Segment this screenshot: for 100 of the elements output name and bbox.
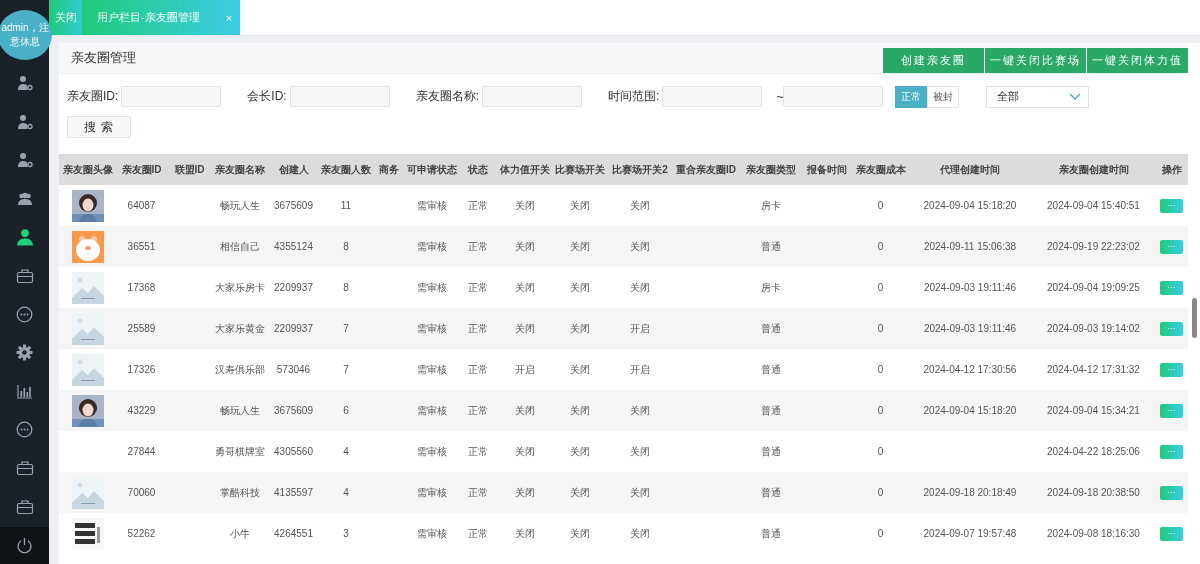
table-cell-text: 关闭 [629,485,651,500]
input-field[interactable] [482,86,583,107]
table-cell-text: 需审核 [416,280,448,295]
close-tabs-button[interactable]: 关闭 [49,0,82,35]
power-icon [16,537,33,554]
table-cell-text: 正常 [467,362,489,377]
action-button[interactable]: 一键关闭比赛场 [985,48,1086,73]
table-cell-text: 关闭 [569,403,591,418]
table-cell-text: 关闭 [569,280,591,295]
table-cell-text: 17326 [126,364,157,375]
table-cell-text: 2024-09-04 19:09:25 [1046,282,1141,293]
more-button[interactable]: ··· [1160,362,1183,377]
table-cell-text: 畅玩人生 [218,403,261,418]
table-cell-text: 0 [876,405,885,416]
table-cell-text: 普通 [760,485,782,500]
filter-label: 亲友圈ID: [67,88,119,105]
group-icon [16,190,33,207]
more-button[interactable]: ··· [1160,526,1183,541]
table-cell-text: 3 [342,528,350,539]
table-cell-text: 关闭 [513,239,536,254]
column-header: 亲友圈ID [120,162,163,177]
table-cell-text: 需审核 [416,321,448,336]
table-cell-text: 2024-09-03 19:11:46 [922,282,1018,293]
filter-label: 会长ID: [247,88,287,105]
tab[interactable]: 用户栏目-亲友圈管理 × [82,0,241,35]
table-cell-text: 关闭 [569,485,591,500]
table-cell-text: 开启 [629,362,651,377]
table-cell-text: 17368 [126,282,157,293]
table-cell-text: 大家乐黄金 [213,321,266,336]
action-button[interactable]: 创建亲友圈 [883,48,984,73]
table-cell-text: 房卡 [760,280,782,295]
table-cell-text: 关闭 [569,362,591,377]
table-cell-text: 关闭 [513,280,536,295]
table-cell-text: 4 [342,487,350,498]
table-cell-text: 正常 [467,239,489,254]
chat-icon [16,305,33,323]
input-field[interactable] [783,86,884,107]
scrollbar-thumb[interactable] [1192,298,1197,338]
table-cell-text: 需审核 [416,526,448,541]
table-cell-text: 0 [876,241,885,252]
status-toggle[interactable]: 被封 [927,85,960,108]
table-cell-text: 掌酷科技 [218,485,261,500]
column-header: 代理创建时间 [939,162,1001,177]
table-cell-text: 36551 [126,241,157,252]
table-cell-text: 2209937 [273,323,314,334]
user-gear-icon [16,152,33,169]
table-cell-text: 畅玩人生 [218,198,261,213]
logout-button[interactable] [0,527,49,564]
table-cell-text: 需审核 [416,444,448,459]
table-cell-text: 2024-09-11 15:06:38 [922,241,1018,252]
column-header: 比赛场开关2 [611,162,669,177]
table-cell-text: 3675609 [273,405,314,416]
table-cell-text: 关闭 [513,198,536,213]
more-button[interactable]: ··· [1160,444,1183,459]
table-cell-text: 普通 [760,362,782,377]
more-button[interactable]: ··· [1160,198,1183,213]
column-header: 联盟ID [173,162,206,177]
status-select[interactable]: 全部 [986,85,1090,108]
table-cell-text: 4355124 [273,241,314,252]
table-cell-text: 2024-09-18 20:38:50 [1046,487,1141,498]
table-cell-text: 需审核 [416,403,448,418]
table-cell-text: 2209937 [273,282,314,293]
action-button[interactable]: 一键关闭体力值 [1087,48,1188,73]
more-button[interactable]: ··· [1160,403,1183,418]
search-button[interactable]: 搜 索 [67,116,131,138]
column-header: 状态 [466,162,489,177]
more-button[interactable]: ··· [1160,239,1183,254]
table-cell-text: 房卡 [760,198,782,213]
more-button[interactable]: ··· [1160,321,1183,336]
table-cell-text: 需审核 [416,362,448,377]
table-cell-text: 2024-09-04 15:18:20 [922,405,1018,416]
more-button[interactable]: ··· [1160,485,1183,500]
table-cell-text: 7 [342,323,350,334]
input-field[interactable] [662,86,763,107]
column-header: 亲友圈人数 [320,162,372,177]
input-field[interactable] [121,86,222,107]
table-cell-text: 52262 [126,528,157,539]
more-button[interactable]: ··· [1160,280,1183,295]
table-cell-text: 正常 [467,444,489,459]
column-header: 亲友圈创建时间 [1057,162,1130,177]
table-cell-text: 关闭 [513,526,536,541]
table-cell-text: 普通 [760,444,782,459]
user-badge: admin，注意休息 [0,10,52,60]
close-icon[interactable]: × [225,11,233,24]
table-cell-text: 0 [876,528,885,539]
table-cell-text: 普通 [760,526,782,541]
chat-icon [16,421,33,439]
column-header: 亲友圈成本 [854,162,907,177]
table-cell-text: 2024-04-12 17:30:56 [922,364,1018,375]
table-cell-text: 正常 [467,198,489,213]
table-cell-text: 573046 [275,364,312,375]
input-field[interactable] [289,86,390,107]
column-header: 商务 [378,162,400,177]
chevron-down-icon [1069,93,1082,100]
briefcase-icon [15,460,34,477]
tab-label: 用户栏目-亲友圈管理 [97,10,200,25]
table-cell-text: 关闭 [513,444,536,459]
status-toggle[interactable]: 正常 [895,85,928,108]
table-cell-text: 汉寿俱乐部 [213,362,266,377]
table-cell-text: 关闭 [569,526,591,541]
